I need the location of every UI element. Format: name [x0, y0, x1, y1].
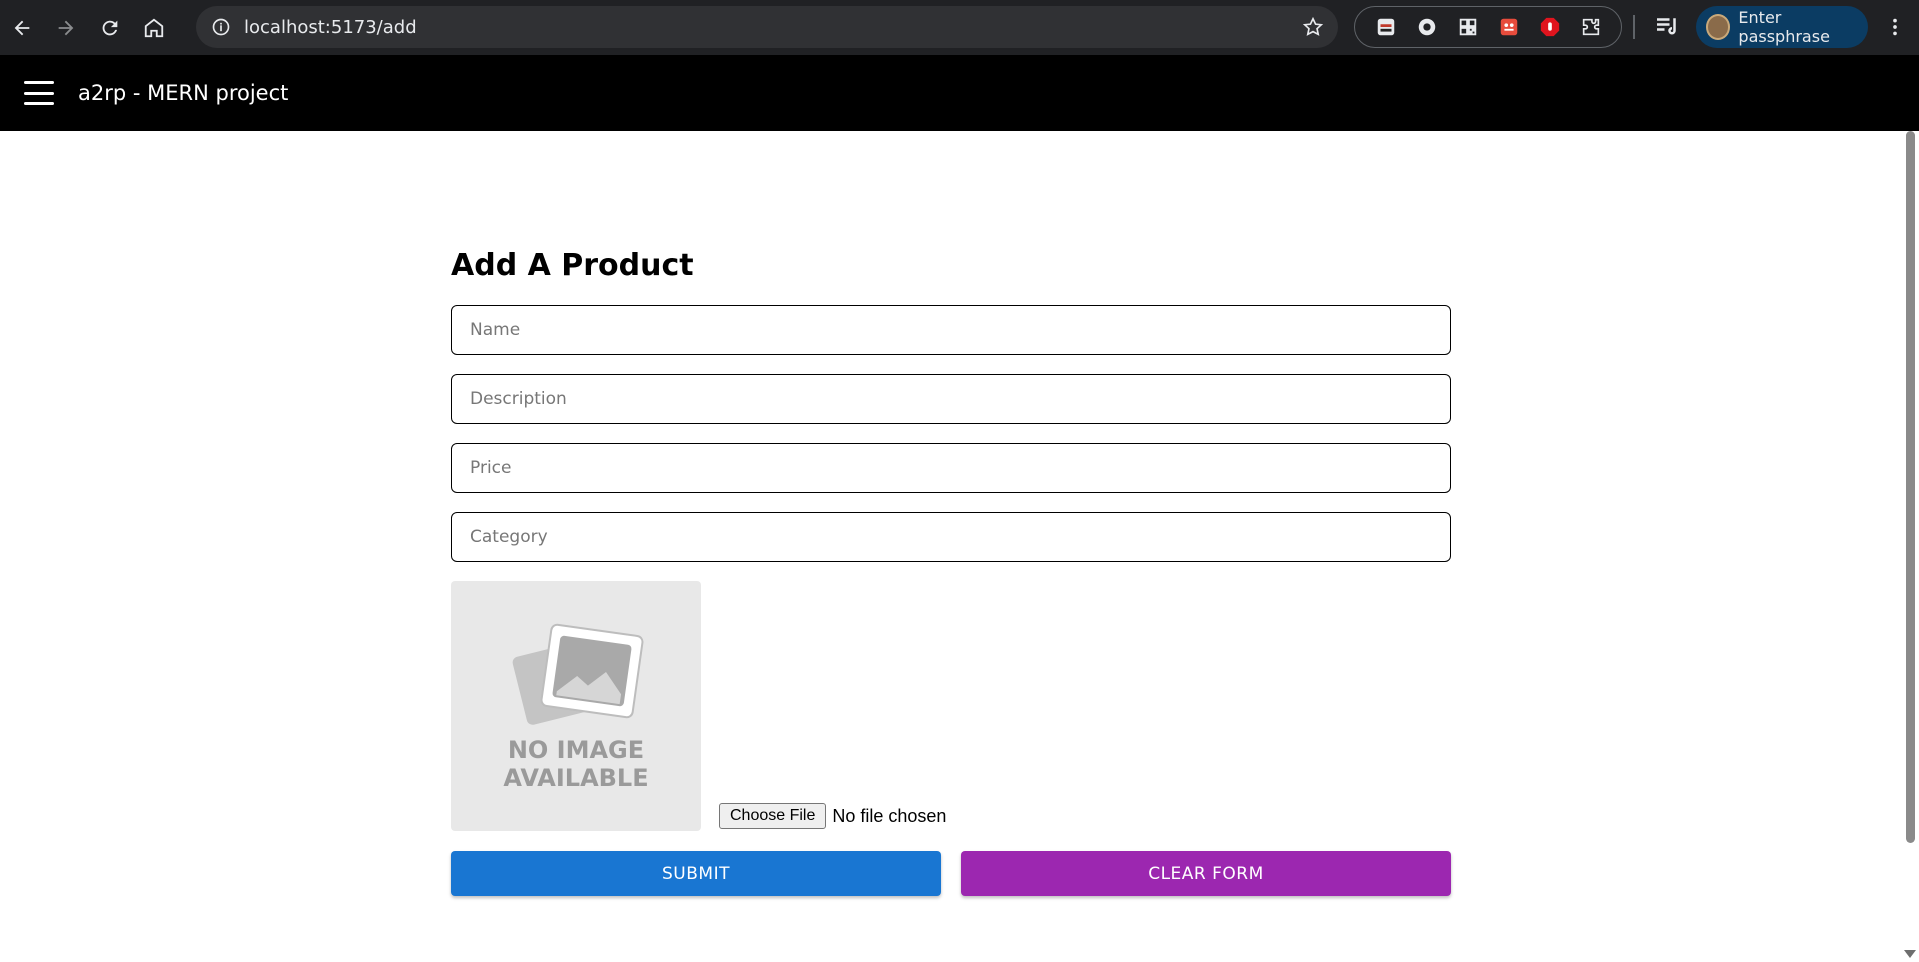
avatar	[1706, 14, 1731, 40]
scroll-down-arrow-icon[interactable]	[1904, 950, 1916, 958]
form-actions: SUBMIT CLEAR FORM	[451, 851, 1451, 896]
extensions-area	[1354, 6, 1622, 48]
address-bar[interactable]: localhost:5173/add	[196, 6, 1338, 48]
forward-icon	[58, 20, 74, 35]
qr-code-icon[interactable]	[1455, 14, 1481, 40]
back-button[interactable]	[0, 6, 44, 50]
description-input[interactable]	[451, 374, 1451, 424]
toolbar-divider	[1633, 15, 1635, 39]
add-product-form: Add A Product NO IMAGE AVAILABLE Choose …	[451, 248, 1451, 896]
no-image-text: NO IMAGE AVAILABLE	[503, 736, 648, 792]
no-image-line-2: AVAILABLE	[503, 764, 649, 792]
adblock-icon[interactable]	[1537, 14, 1563, 40]
name-input[interactable]	[451, 305, 1451, 355]
submit-button[interactable]: SUBMIT	[451, 851, 941, 896]
extensions-puzzle-icon[interactable]	[1578, 14, 1604, 40]
media-controls-icon[interactable]	[1652, 12, 1682, 42]
forward-button[interactable]	[44, 6, 88, 50]
extension-2-icon[interactable]	[1414, 14, 1440, 40]
menu-kebab-icon[interactable]	[1880, 12, 1910, 42]
category-input[interactable]	[451, 512, 1451, 562]
page-title: Add A Product	[451, 248, 694, 283]
hamburger-menu-icon[interactable]	[24, 81, 54, 105]
home-icon	[144, 18, 164, 37]
app-title: a2rp - MERN project	[78, 81, 289, 105]
clear-form-button[interactable]: CLEAR FORM	[961, 851, 1451, 896]
site-info-icon[interactable]	[210, 16, 232, 38]
choose-file-button[interactable]: Choose File	[719, 803, 827, 829]
profile-button[interactable]: Enter passphrase	[1696, 6, 1868, 48]
reload-icon	[102, 20, 118, 35]
file-status-text: No file chosen	[832, 805, 947, 826]
scrollbar-thumb[interactable]	[1906, 131, 1915, 843]
image-preview: NO IMAGE AVAILABLE	[451, 581, 701, 831]
profile-label: Enter passphrase	[1738, 8, 1830, 46]
extension-4-icon[interactable]	[1496, 14, 1522, 40]
image-upload-row: NO IMAGE AVAILABLE Choose File No file c…	[451, 581, 1451, 831]
file-input[interactable]: Choose File No file chosen	[719, 803, 946, 829]
extension-1-icon[interactable]	[1373, 14, 1399, 40]
home-button[interactable]	[132, 6, 176, 50]
no-image-line-1: NO IMAGE	[507, 736, 645, 764]
bookmark-star-icon[interactable]	[1302, 16, 1324, 38]
browser-toolbar: localhost:5173/add Enter passphrase	[0, 0, 1919, 55]
price-input[interactable]	[451, 443, 1451, 493]
image-placeholder-icon	[512, 623, 644, 725]
url-text[interactable]: localhost:5173/add	[244, 17, 417, 38]
back-icon	[14, 20, 30, 35]
reload-button[interactable]	[88, 6, 132, 50]
app-bar: a2rp - MERN project	[0, 55, 1919, 131]
